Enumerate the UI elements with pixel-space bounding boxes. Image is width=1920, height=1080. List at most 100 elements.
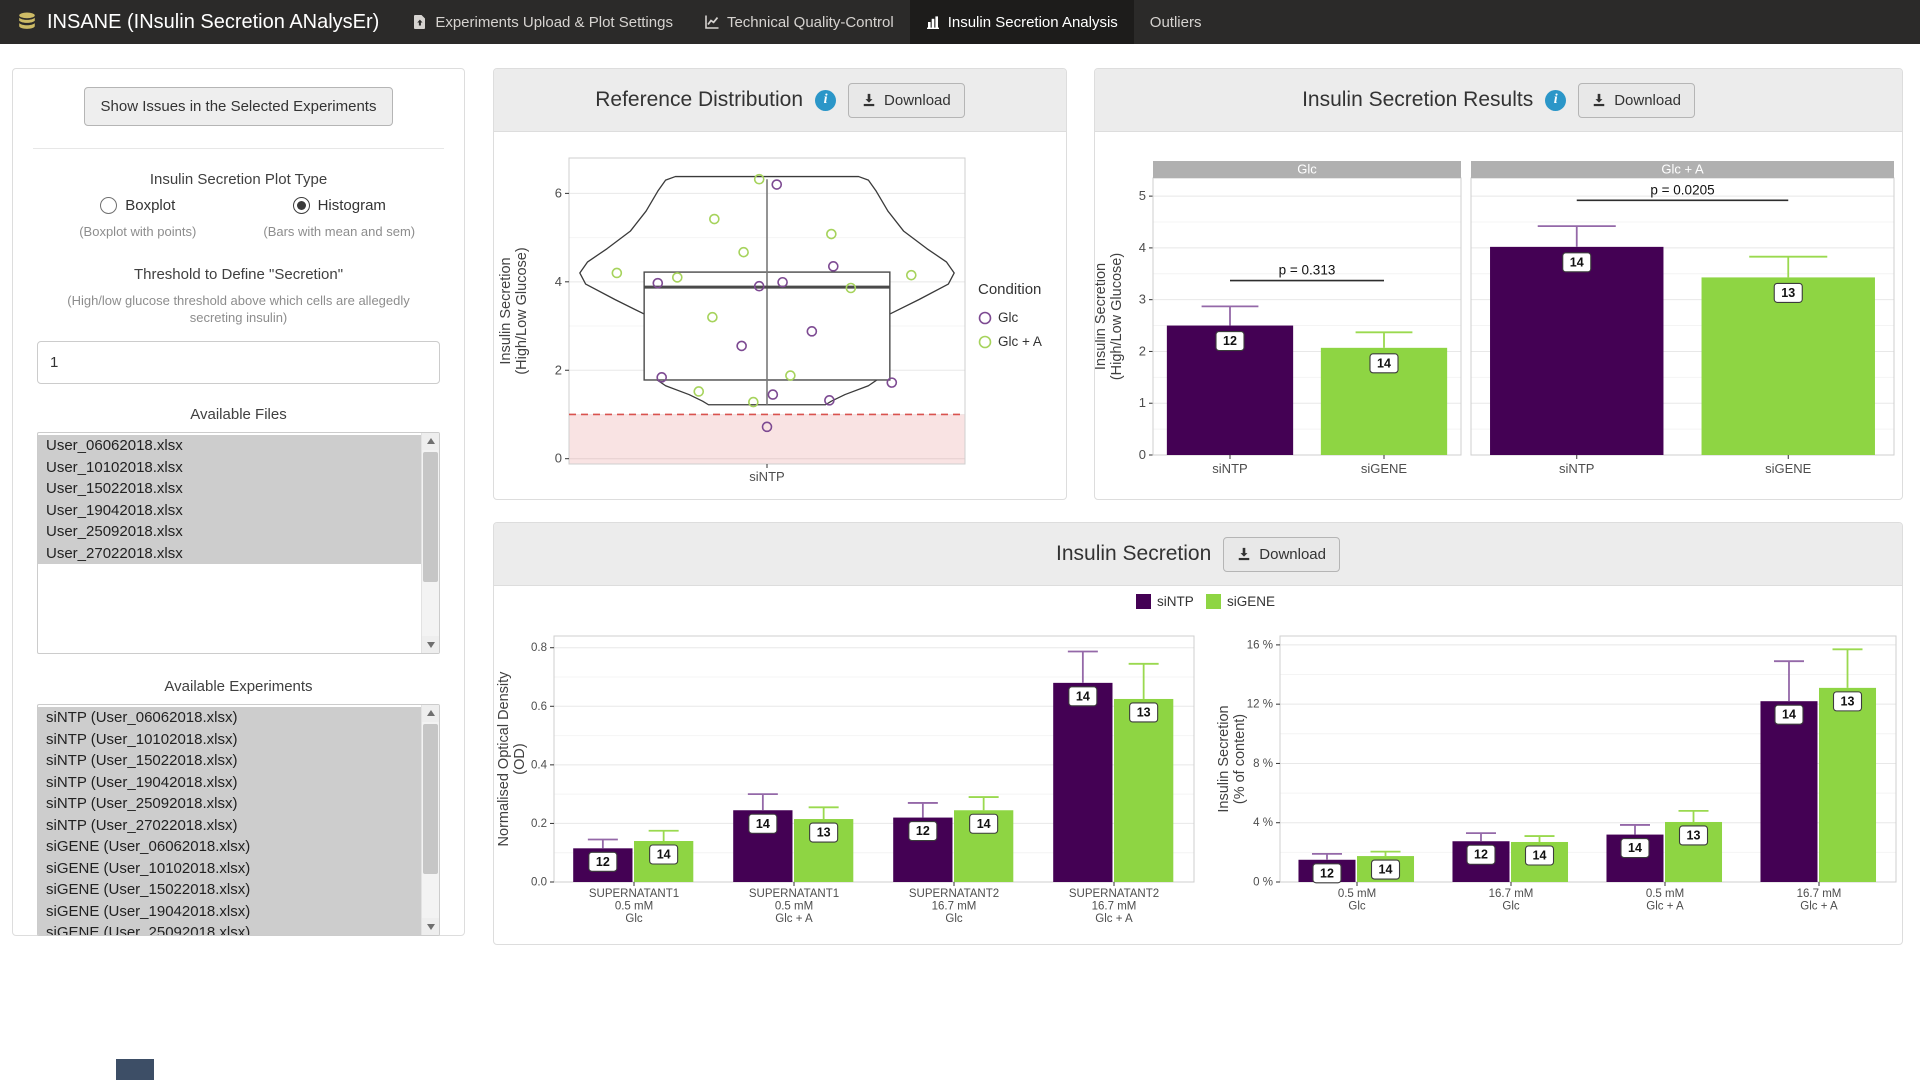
svg-text:12: 12 [596,855,610,869]
svg-text:12 %: 12 % [1247,699,1273,711]
panel-body: 012345Insulin Secretion(High/Low Glucose… [1095,132,1902,498]
svg-text:0.5 mM: 0.5 mM [1646,888,1684,900]
panel-body: siNTPsiGENE0.00.20.40.60.8Normalised Opt… [494,586,1902,944]
tab-insulin-secretion-analysis[interactable]: Insulin Secretion Analysis [910,0,1134,44]
svg-text:p = 0.0205: p = 0.0205 [1650,182,1714,197]
svg-text:0.5 mM: 0.5 mM [615,901,653,913]
svg-text:0.2: 0.2 [531,818,547,830]
svg-text:4: 4 [1139,240,1146,255]
insulin-secretion-charts: siNTPsiGENE0.00.20.40.60.8Normalised Opt… [494,586,1902,944]
svg-text:Glc: Glc [1502,901,1520,913]
tab-outliers[interactable]: Outliers [1134,0,1218,44]
scroll-up-icon[interactable] [422,433,439,450]
list-option[interactable]: siGENE (User_10102018.xlsx) [38,858,422,880]
svg-text:2: 2 [555,362,562,377]
svg-text:SUPERNATANT2: SUPERNATANT2 [1069,888,1159,900]
svg-text:14: 14 [1570,255,1584,269]
available-files-list[interactable]: User_06062018.xlsxUser_10102018.xlsxUser… [37,432,440,654]
list-option[interactable]: siNTP (User_25092018.xlsx) [38,793,422,815]
scroll-down-icon[interactable] [422,636,439,653]
svg-text:14: 14 [756,817,770,831]
svg-text:13: 13 [1841,694,1855,708]
scroll-down-icon[interactable] [422,918,439,935]
list-option[interactable]: siGENE (User_25092018.xlsx) [38,922,422,936]
chart-bar-icon [926,15,940,29]
scroll-thumb[interactable] [423,724,438,874]
svg-text:siGENE: siGENE [1227,594,1275,609]
list-option[interactable]: User_25092018.xlsx [38,521,422,543]
download-icon [1237,547,1251,561]
scroll-up-icon[interactable] [422,705,439,722]
svg-text:14: 14 [1782,708,1796,722]
reference-distribution-chart: 0246Insulin Secretion(High/Low Glucose)s… [494,132,1066,498]
svg-text:Glc: Glc [998,310,1019,325]
histogram-note: (Bars with mean and sem) [239,223,441,240]
list-option[interactable]: siGENE (User_06062018.xlsx) [38,836,422,858]
list-option[interactable]: User_06062018.xlsx [38,435,422,457]
svg-text:12: 12 [1320,866,1334,880]
list-option[interactable]: User_15022018.xlsx [38,478,422,500]
threshold-input[interactable] [37,341,440,384]
svg-text:Insulin Secretion: Insulin Secretion [1095,263,1109,370]
insulin-secretion-panel: Insulin Secretion Download siNTP siGENE 0.… [493,522,1903,945]
svg-text:16.7 mM: 16.7 mM [1797,888,1842,900]
download-button[interactable]: Download [1578,83,1695,118]
info-icon[interactable]: i [815,90,836,111]
available-experiments-label: Available Experiments [37,678,440,695]
download-button[interactable]: Download [848,83,965,118]
svg-text:p = 0.313: p = 0.313 [1279,263,1336,278]
boxplot-note: (Boxplot with points) [37,223,239,240]
panel-body: 0246Insulin Secretion(High/Low Glucose)s… [494,132,1066,498]
svg-text:16.7 mM: 16.7 mM [1489,888,1534,900]
panel-title: Reference Distribution [595,88,803,112]
threshold-note: (High/low glucose threshold above which … [37,292,440,326]
list-option[interactable]: siNTP (User_19042018.xlsx) [38,772,422,794]
svg-text:5: 5 [1139,188,1146,203]
list-option[interactable]: siNTP (User_06062018.xlsx) [38,707,422,729]
download-button[interactable]: Download [1223,537,1340,572]
sidebar-panel: Show Issues in the Selected Experiments … [12,68,465,936]
list-option[interactable]: siNTP (User_10102018.xlsx) [38,729,422,751]
svg-text:SUPERNATANT1: SUPERNATANT1 [589,888,679,900]
svg-text:Condition: Condition [978,281,1041,298]
download-icon [1592,93,1606,107]
svg-text:(High/Low Glucose): (High/Low Glucose) [1109,253,1125,380]
radio-boxplot[interactable]: Boxplot [100,197,175,214]
reference-distribution-panel: Reference Distribution i Download 0246In… [493,68,1067,500]
available-experiments-list[interactable]: siNTP (User_06062018.xlsx)siNTP (User_10… [37,704,440,936]
svg-text:0.5 mM: 0.5 mM [1338,888,1376,900]
svg-text:0 %: 0 % [1253,877,1273,889]
svg-text:6: 6 [555,185,562,200]
tab-technical-quality-control[interactable]: Technical Quality-Control [689,0,910,44]
list-option[interactable]: siGENE (User_15022018.xlsx) [38,879,422,901]
scroll-thumb[interactable] [423,452,438,582]
insulin-secretion-results-chart: 012345Insulin Secretion(High/Low Glucose… [1095,132,1902,498]
tab-experiments-upload-plot-settings[interactable]: Experiments Upload & Plot Settings [397,0,689,44]
svg-text:siGENE: siGENE [1361,461,1408,476]
list-option[interactable]: User_19042018.xlsx [38,500,422,522]
radio-circle-checked-icon[interactable] [293,197,310,214]
svg-text:16 %: 16 % [1247,639,1273,651]
show-issues-button[interactable]: Show Issues in the Selected Experiments [84,87,394,126]
svg-text:0.4: 0.4 [531,759,548,771]
panel-header: Insulin Secretion Download [494,523,1902,586]
svg-text:14: 14 [1377,356,1391,370]
list-option[interactable]: User_10102018.xlsx [38,457,422,479]
scrollbar[interactable] [421,433,439,653]
svg-text:14: 14 [657,848,671,862]
svg-text:12: 12 [1474,848,1488,862]
list-option[interactable]: User_27022018.xlsx [38,543,422,565]
radio-circle-icon[interactable] [100,197,117,214]
list-option[interactable]: siNTP (User_15022018.xlsx) [38,750,422,772]
info-icon[interactable]: i [1545,90,1566,111]
svg-text:0.8: 0.8 [531,642,547,654]
list-option[interactable]: siNTP (User_27022018.xlsx) [38,815,422,837]
svg-text:siGENE: siGENE [1765,461,1812,476]
radio-histogram[interactable]: Histogram [293,197,386,214]
svg-text:(High/Low Glucose): (High/Low Glucose) [514,247,530,374]
svg-text:siNTP: siNTP [1157,594,1194,609]
scrollbar[interactable] [421,705,439,935]
svg-text:SUPERNATANT1: SUPERNATANT1 [749,888,839,900]
svg-text:0.6: 0.6 [531,701,547,713]
list-option[interactable]: siGENE (User_19042018.xlsx) [38,901,422,923]
